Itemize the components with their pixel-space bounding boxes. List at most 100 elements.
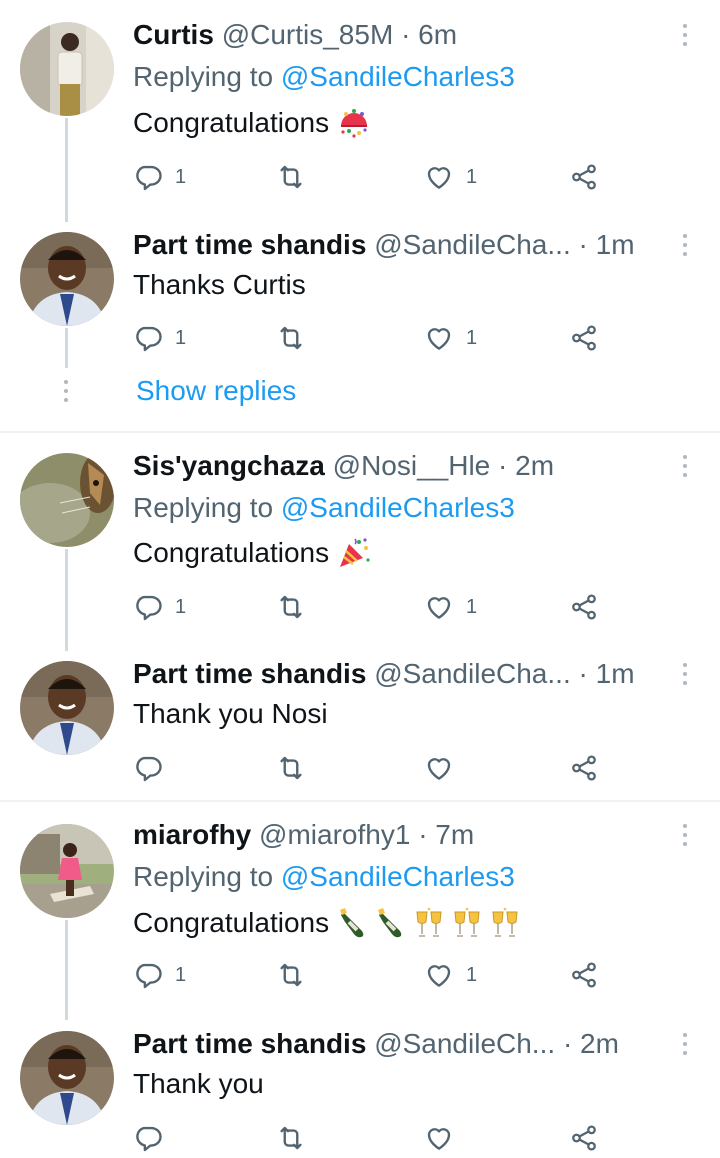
share-icon <box>569 960 599 990</box>
tweet-text: Congratulations <box>133 536 371 570</box>
tweet-header: miarofhy @miarofhy1 · 7m <box>133 818 670 852</box>
retweet-button[interactable] <box>276 321 306 355</box>
like-button[interactable]: 1 <box>424 321 477 355</box>
tweet-siyangchaza[interactable]: Sis'yangchaza @Nosi__Hle · 2m Replying t… <box>0 433 720 651</box>
like-button[interactable] <box>424 751 454 785</box>
replying-to-label: Replying to <box>133 61 274 92</box>
heart-icon <box>424 960 454 990</box>
reply-count: 1 <box>175 326 187 349</box>
like-count: 1 <box>466 963 478 986</box>
tweet-reply-thank-you-nosi[interactable]: Part time shandis @SandileCha... · 1m Th… <box>0 649 720 799</box>
more-vertical-icon[interactable] <box>680 455 690 481</box>
timestamp[interactable]: 7m <box>435 819 474 850</box>
separator-dot: · <box>578 658 588 689</box>
heart-icon <box>424 162 454 192</box>
avatar[interactable] <box>20 453 114 547</box>
display-name[interactable]: Part time shandis <box>133 1028 366 1059</box>
reply-button[interactable]: 1 <box>133 958 186 992</box>
mention-link[interactable]: @SandileCharles3 <box>281 492 515 523</box>
more-vertical-icon[interactable] <box>680 1033 690 1059</box>
user-handle[interactable]: @Curtis_85M <box>222 19 394 50</box>
avatar[interactable] <box>20 22 114 116</box>
avatar[interactable] <box>20 824 114 918</box>
tweet-reply-thanks-curtis[interactable]: Part time shandis @SandileCha... · 1m Th… <box>0 220 720 430</box>
separator-dot: · <box>401 19 411 50</box>
display-name[interactable]: miarofhy <box>133 819 251 850</box>
tweet-actions <box>133 1121 613 1155</box>
retweet-button[interactable] <box>276 958 306 992</box>
avatar-image <box>20 824 114 918</box>
user-handle[interactable]: @SandileCha... <box>374 658 571 689</box>
retweet-button[interactable] <box>276 590 306 624</box>
display-name[interactable]: Part time shandis <box>133 658 366 689</box>
more-vertical-icon[interactable] <box>680 24 690 50</box>
user-handle[interactable]: @SandileCh... <box>374 1028 555 1059</box>
avatar[interactable] <box>20 661 114 755</box>
more-vertical-icon[interactable] <box>680 663 690 689</box>
replying-to-line: Replying to @SandileCharles3 <box>133 60 515 94</box>
retweet-icon <box>276 753 306 783</box>
like-button[interactable]: 1 <box>424 958 477 992</box>
tweet-text-content: Congratulations <box>133 107 330 138</box>
like-button[interactable]: 1 <box>424 590 477 624</box>
share-button[interactable] <box>569 751 599 785</box>
reply-count: 1 <box>175 165 187 188</box>
heart-icon <box>424 753 454 783</box>
display-name[interactable]: Curtis <box>133 19 214 50</box>
tweet-text: Congratulations <box>133 906 523 940</box>
avatar-image <box>20 232 114 326</box>
tweet-header: Sis'yangchaza @Nosi__Hle · 2m <box>133 449 670 483</box>
share-icon <box>569 753 599 783</box>
mention-link[interactable]: @SandileCharles3 <box>281 61 515 92</box>
reply-button[interactable]: 1 <box>133 160 186 194</box>
user-handle[interactable]: @SandileCha... <box>374 229 571 260</box>
timestamp[interactable]: 2m <box>580 1028 619 1059</box>
share-button[interactable] <box>569 1121 599 1155</box>
tweet-header: Part time shandis @SandileCha... · 1m <box>133 657 650 691</box>
user-handle[interactable]: @Nosi__Hle <box>333 450 491 481</box>
timestamp[interactable]: 1m <box>596 229 635 260</box>
share-button[interactable] <box>569 590 599 624</box>
retweet-button[interactable] <box>276 751 306 785</box>
clinking-glasses-icon <box>454 907 480 937</box>
tweet-reply-thank-you[interactable]: Part time shandis @SandileCh... · 2m Tha… <box>0 1019 720 1158</box>
more-vertical-icon[interactable] <box>680 234 690 260</box>
retweet-button[interactable] <box>276 1121 306 1155</box>
like-button[interactable]: 1 <box>424 160 477 194</box>
tweet-actions <box>133 751 613 785</box>
tweet-curtis[interactable]: Curtis @Curtis_85M · 6m Replying to @San… <box>0 0 720 222</box>
timestamp[interactable]: 6m <box>418 19 457 50</box>
retweet-button[interactable] <box>276 160 306 194</box>
tweet-header: Part time shandis @SandileCh... · 2m <box>133 1027 650 1061</box>
timestamp[interactable]: 2m <box>515 450 554 481</box>
reply-button[interactable] <box>133 751 163 785</box>
tweet-text: Thank you <box>133 1067 264 1101</box>
thread-line <box>65 920 68 1020</box>
avatar[interactable] <box>20 232 114 326</box>
tweet-text-content: Thank you <box>133 1068 264 1099</box>
retweet-icon <box>276 592 306 622</box>
reply-button[interactable]: 1 <box>133 321 186 355</box>
like-count: 1 <box>466 595 478 618</box>
reply-button[interactable]: 1 <box>133 590 186 624</box>
reply-icon <box>133 960 163 990</box>
display-name[interactable]: Sis'yangchaza <box>133 450 325 481</box>
display-name[interactable]: Part time shandis <box>133 229 366 260</box>
avatar[interactable] <box>20 1031 114 1125</box>
avatar-image <box>20 453 114 547</box>
heart-icon <box>424 1123 454 1153</box>
share-button[interactable] <box>569 160 599 194</box>
reply-button[interactable] <box>133 1121 163 1155</box>
share-button[interactable] <box>569 958 599 992</box>
share-button[interactable] <box>569 321 599 355</box>
more-vertical-icon[interactable] <box>680 824 690 850</box>
mention-link[interactable]: @SandileCharles3 <box>281 861 515 892</box>
like-button[interactable] <box>424 1121 454 1155</box>
show-replies-link[interactable]: Show replies <box>136 374 296 408</box>
user-handle[interactable]: @miarofhy1 <box>259 819 410 850</box>
timestamp[interactable]: 1m <box>596 658 635 689</box>
reply-icon <box>133 1123 163 1153</box>
clinking-glasses-icon <box>416 907 442 937</box>
replying-to-line: Replying to @SandileCharles3 <box>133 491 515 525</box>
tweet-miarofhy[interactable]: miarofhy @miarofhy1 · 7m Replying to @Sa… <box>0 802 720 1020</box>
